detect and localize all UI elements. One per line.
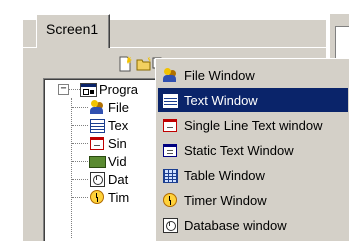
menu-item-database-window[interactable]: Database window — [158, 213, 348, 237]
menu-item-label: Database window — [184, 217, 287, 233]
menu-item-static-text-window[interactable]: Static Text Window — [158, 138, 348, 162]
tree-item-text[interactable]: Tex — [89, 116, 128, 134]
application-window: Screen1 − Progra File Tex Sin Vid Dat Ti… — [0, 0, 349, 241]
toolbar-disabled-icons — [208, 54, 308, 58]
single-line-text-icon — [162, 117, 178, 133]
table-icon — [89, 117, 105, 133]
tree-item-video[interactable]: Vid — [89, 152, 127, 170]
tree-connector — [72, 197, 88, 198]
menu-item-label: Text Window — [184, 92, 258, 108]
tree-connector — [72, 125, 88, 126]
tree-item-label: Tex — [108, 117, 129, 133]
menu-item-label: Single Line Text window — [184, 117, 323, 133]
tree-connector — [72, 107, 88, 108]
timer-icon — [89, 189, 105, 205]
tree-item-database[interactable]: Dat — [89, 170, 128, 188]
menu-item-file-window[interactable]: File Window — [158, 63, 348, 87]
timer-icon — [162, 192, 178, 208]
tree-item-label: Vid — [108, 153, 127, 169]
tree-item-label: Sin — [108, 135, 127, 151]
menu-item-timer-window[interactable]: Timer Window — [158, 188, 348, 212]
tab-screen1[interactable]: Screen1 — [36, 14, 110, 48]
tree-connector — [72, 179, 88, 180]
tree-item-label: Dat — [108, 171, 129, 187]
tree-item-single-line[interactable]: Sin — [89, 134, 127, 152]
new-icon[interactable] — [117, 56, 133, 72]
menu-item-table-window[interactable]: Table Window — [158, 163, 348, 187]
table-icon — [162, 92, 178, 108]
tree-item-label: File — [108, 99, 129, 115]
video-icon — [89, 153, 106, 169]
database-icon — [162, 217, 178, 233]
menu-item-label: Table Window — [184, 167, 265, 183]
menu-item-label: Timer Window — [184, 192, 267, 208]
tree-connector — [72, 161, 88, 162]
people-icon — [89, 99, 105, 115]
open-icon[interactable] — [136, 56, 152, 72]
tree-connector — [72, 143, 88, 144]
menu-item-single-line-text-window[interactable]: Single Line Text window — [158, 113, 348, 137]
program-icon — [80, 81, 97, 97]
static-text-icon — [162, 142, 178, 158]
tree-item-timer[interactable]: Tim — [89, 188, 129, 206]
tree-item-label: Tim — [108, 189, 130, 205]
menu-item-label: File Window — [184, 67, 255, 83]
tree-item-file[interactable]: File — [89, 98, 129, 116]
single-line-text-icon — [89, 135, 105, 151]
people-icon — [162, 67, 178, 83]
insert-window-menu: File Window Text Window Single Line Text… — [155, 58, 349, 241]
tree-expander[interactable]: − — [58, 84, 69, 95]
tree-connector — [71, 98, 72, 238]
tree-item-label: Progra — [99, 81, 139, 97]
table-window-icon — [162, 167, 178, 183]
menu-item-label: Static Text Window — [184, 142, 294, 158]
tree-connector — [68, 89, 80, 90]
tree-item-program[interactable]: Progra — [80, 80, 138, 98]
menu-item-text-window[interactable]: Text Window — [158, 88, 348, 112]
database-icon — [89, 171, 105, 187]
tab-label: Screen1 — [46, 21, 99, 37]
